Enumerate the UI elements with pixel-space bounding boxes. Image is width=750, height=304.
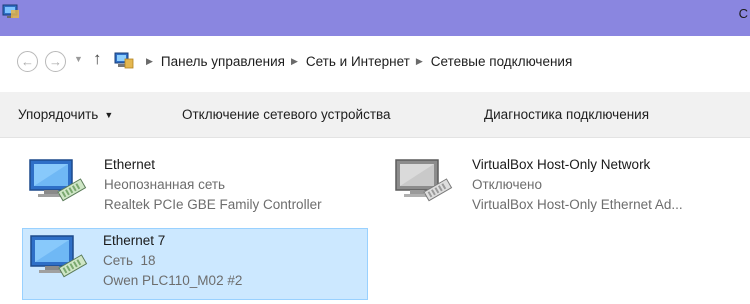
- breadcrumb-separator-icon[interactable]: ▶: [146, 56, 153, 67]
- command-bar: Упорядочить ▼ Отключение сетевого устройс…: [0, 92, 750, 138]
- network-connections-icon[interactable]: [2, 4, 20, 20]
- connection-adapter: Owen PLC110_M02 #2: [103, 273, 243, 288]
- breadcrumb-network-connections[interactable]: Сетевые подключения: [431, 54, 573, 69]
- diagnose-connection-button[interactable]: Диагностика подключения: [484, 107, 649, 122]
- connection-status: Сеть 18: [103, 253, 156, 268]
- network-adapter-icon: [30, 235, 88, 278]
- connection-item-virtualbox[interactable]: VirtualBox Host-Only Network Отключено V…: [390, 152, 736, 224]
- connection-name: VirtualBox Host-Only Network: [472, 157, 651, 172]
- forward-arrow-icon[interactable]: →: [45, 51, 66, 72]
- organize-label: Упорядочить: [18, 107, 99, 122]
- breadcrumb-separator-icon[interactable]: ▶: [291, 56, 298, 67]
- connection-status: Отключено: [472, 177, 542, 192]
- breadcrumb-separator-icon[interactable]: ▶: [416, 56, 423, 67]
- network-adapter-disabled-icon: [395, 159, 453, 202]
- address-row: ← → ▼ ↑ ▶ Панель управления ▶ Сеть и Инт…: [0, 36, 750, 86]
- connection-status: Неопознанная сеть: [104, 177, 226, 192]
- breadcrumb-network-internet[interactable]: Сеть и Интернет: [306, 54, 410, 69]
- connection-name: Ethernet 7: [103, 233, 166, 248]
- disable-device-button[interactable]: Отключение сетевого устройства: [182, 107, 391, 122]
- control-panel-icon: [114, 52, 134, 69]
- connection-name: Ethernet: [104, 157, 156, 172]
- breadcrumb-control-panel[interactable]: Панель управления: [161, 54, 285, 69]
- breadcrumb[interactable]: ▶ Панель управления ▶ Сеть и Интернет ▶ …: [114, 48, 572, 74]
- connection-item-ethernet-7[interactable]: Ethernet 7 Сеть 18 Owen PLC110_M02 #2: [22, 228, 368, 300]
- connection-adapter: Realtek PCIe GBE Family Controller: [104, 197, 322, 212]
- recent-locations-chevron-icon[interactable]: ▼: [74, 54, 83, 64]
- organize-button[interactable]: Упорядочить ▼: [18, 107, 113, 122]
- back-arrow-icon[interactable]: ←: [17, 51, 38, 72]
- chevron-down-icon: ▼: [104, 110, 114, 120]
- up-arrow-icon[interactable]: ↑: [93, 49, 102, 69]
- connection-adapter: VirtualBox Host-Only Ethernet Ad...: [472, 197, 683, 212]
- title-bar: С: [0, 0, 750, 36]
- window-title: С: [738, 6, 748, 21]
- connection-item-ethernet[interactable]: Ethernet Неопознанная сеть Realtek PCIe …: [22, 152, 368, 224]
- network-adapter-icon: [29, 159, 87, 202]
